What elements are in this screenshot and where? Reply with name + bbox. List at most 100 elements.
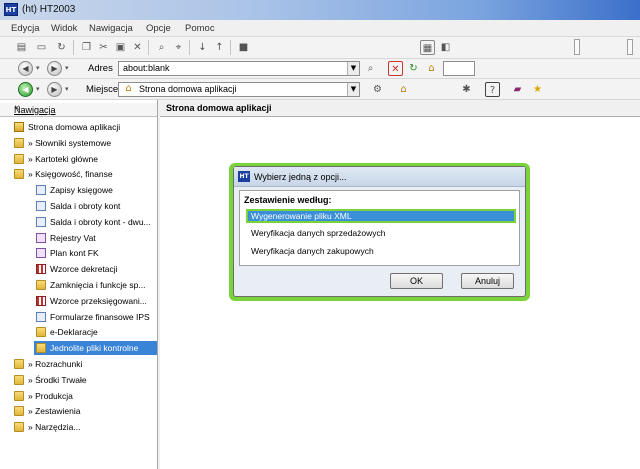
nav-back-dropdown-icon[interactable]: ▾ (36, 85, 40, 93)
sidebar-item-13[interactable]: e-Deklaracje (0, 325, 157, 339)
find-next-icon[interactable]: ⌖ (171, 40, 186, 55)
copy-icon[interactable]: ❐ (79, 40, 94, 55)
address-dropdown-icon[interactable]: ▼ (347, 62, 359, 75)
folder-icon (14, 137, 24, 148)
sidebar-item-3[interactable]: » Księgowość, finanse (0, 167, 157, 181)
grid-icon (36, 295, 46, 306)
sidebar-item-12[interactable]: Formularze finansowe IPS (0, 310, 157, 324)
tools-icon[interactable]: ✱ (459, 82, 474, 97)
refresh-icon[interactable]: ↻ (54, 40, 69, 55)
sidebar-item-label: » Środki Trwałe (28, 374, 87, 385)
sidebar-item-label: Zamknięcia i funkcje sp... (50, 280, 146, 290)
sidebar-item-label: Formularze finansowe IPS (50, 311, 150, 322)
back-dropdown-icon[interactable]: ▾ (36, 64, 40, 72)
folder-icon (14, 153, 24, 164)
option-verify-sales[interactable]: Weryfikacja danych sprzedażowych (246, 226, 516, 240)
menu-pomoc[interactable]: Pomoc (185, 23, 215, 34)
nav-back-icon[interactable]: ◀ (18, 82, 33, 97)
sort-desc-icon[interactable]: ↑ (212, 40, 227, 55)
nav-forward-icon[interactable]: ▶ (47, 82, 62, 97)
sidebar-item-9[interactable]: Wzorce dekretacji (0, 262, 157, 276)
sidebar-item-0[interactable]: Strona domowa aplikacji (0, 120, 157, 134)
sidebar-item-11[interactable]: Wzorce przeksięgowani... (0, 294, 157, 308)
dialog-title: Wybierz jedną z opcji... (254, 172, 347, 182)
location-label: Miejsce (86, 84, 119, 95)
menu-widok[interactable]: Widok (51, 23, 77, 34)
close-icon[interactable]: × (14, 103, 153, 114)
navigation-tab[interactable]: Nawigacja × (0, 103, 157, 117)
cut-icon[interactable]: ✂ (96, 40, 111, 55)
sidebar-item-19[interactable]: » Narzędzia... (0, 420, 157, 434)
sidebar-item-2[interactable]: » Kartoteki główne (0, 152, 157, 166)
folder-icon (14, 422, 24, 433)
sidebar-item-label: Strona domowa aplikacji (28, 122, 121, 132)
location-home-icon: ⌂ (125, 83, 132, 94)
dialog-option-list: Zestawienie według: Wygenerowanie pliku … (239, 190, 520, 266)
sidebar-item-5[interactable]: Salda i obroty kont (0, 199, 157, 213)
go-icon[interactable]: ⌕ (363, 61, 378, 76)
sidebar-item-8[interactable]: Plan kont FK (0, 246, 157, 260)
main-toolbar: ▤ ▭ ↻ ❐ ✂ ▣ ✕ ⌕ ⌖ ↓ ↑ ■ ▦ ◧ (0, 37, 640, 59)
sidebar-item-18[interactable]: » Zestawienia (0, 404, 157, 418)
settings-icon[interactable]: ⚙ (370, 82, 385, 97)
delete-icon[interactable]: ✕ (130, 40, 145, 55)
sidebar-item-label: » Słowniki systemowe (28, 137, 112, 148)
help-icon[interactable]: ? (485, 82, 500, 97)
open-icon[interactable]: ▭ (34, 40, 49, 55)
sidebar-item-label: Plan kont FK (50, 248, 99, 259)
back-icon[interactable]: ◀ (18, 61, 33, 76)
folder-icon (14, 169, 24, 180)
sidebar-item-15[interactable]: » Rozrachunki (0, 357, 157, 371)
sidebar-item-6[interactable]: Salda i obroty kont - dwu... (0, 215, 157, 229)
location-dropdown-icon[interactable]: ▼ (347, 83, 359, 96)
option-generate-xml[interactable]: Wygenerowanie pliku XML (246, 209, 516, 223)
ok-button[interactable]: OK (390, 273, 443, 289)
address-input[interactable]: about:blank ▼ (118, 61, 360, 76)
nav-forward-dropdown-icon[interactable]: ▾ (65, 85, 69, 93)
stop-icon[interactable]: ✕ (388, 61, 403, 76)
forward-dropdown-icon[interactable]: ▾ (65, 64, 69, 72)
sidebar-item-label: » Rozrachunki (28, 359, 83, 369)
folder-icon (14, 374, 24, 385)
zoom-field[interactable] (443, 61, 475, 76)
document-icon (36, 201, 46, 211)
document-icon (36, 185, 46, 196)
sidebar-item-14[interactable]: Jednolite pliki kontrolne (34, 341, 157, 356)
location-input[interactable]: ⌂ Strona domowa aplikacji ▼ (118, 82, 360, 97)
folder-icon (14, 406, 24, 417)
register-icon (36, 232, 46, 243)
layout-icon[interactable]: ▦ (420, 40, 435, 55)
home-icon[interactable]: ⌂ (424, 61, 439, 76)
window-title: (ht) HT2003 (22, 4, 76, 15)
cancel-button[interactable]: Anuluj (461, 273, 514, 289)
print-icon[interactable]: ■ (236, 40, 251, 55)
sort-asc-icon[interactable]: ↓ (195, 40, 210, 55)
menu-opcje[interactable]: Opcje (146, 23, 171, 34)
properties-icon[interactable]: ▤ (14, 40, 29, 55)
navigation-panel: Nawigacja × Strona domowa aplikacji » Sło… (0, 100, 158, 469)
toolbar-grip[interactable] (574, 39, 580, 55)
menu-nawigacja[interactable]: Nawigacja (89, 23, 133, 34)
forward-icon[interactable]: ▶ (47, 61, 62, 76)
sidebar-item-7[interactable]: Rejestry Vat (0, 231, 157, 245)
toolbar-grip-right[interactable] (627, 39, 633, 55)
sidebar-item-17[interactable]: » Produkcja (0, 389, 157, 403)
option-verify-purchases[interactable]: Weryfikacja danych zakupowych (246, 244, 516, 258)
title-bar: HT (ht) HT2003 (0, 0, 640, 20)
panel-icon[interactable]: ◧ (438, 40, 453, 55)
sidebar-item-16[interactable]: » Środki Trwałe (0, 373, 157, 387)
sidebar-item-label: Salda i obroty kont (50, 201, 121, 211)
sidebar-item-label: Jednolite pliki kontrolne (50, 343, 139, 354)
menu-edycja[interactable]: Edycja (11, 23, 40, 34)
sidebar-item-4[interactable]: Zapisy księgowe (0, 183, 157, 197)
sidebar-item-1[interactable]: » Słowniki systemowe (0, 136, 157, 150)
find-icon[interactable]: ⌕ (154, 40, 169, 55)
sidebar-item-label: » Księgowość, finanse (28, 169, 113, 180)
sidebar-item-label: Rejestry Vat (50, 232, 96, 243)
paste-icon[interactable]: ▣ (113, 40, 128, 55)
books-icon[interactable]: ▰ (510, 82, 525, 97)
sidebar-item-10[interactable]: Zamknięcia i funkcje sp... (0, 278, 157, 292)
favorites-icon[interactable]: ★ (530, 82, 545, 97)
home-page-icon[interactable]: ⌂ (396, 82, 411, 97)
reload-icon[interactable]: ↻ (406, 61, 421, 76)
